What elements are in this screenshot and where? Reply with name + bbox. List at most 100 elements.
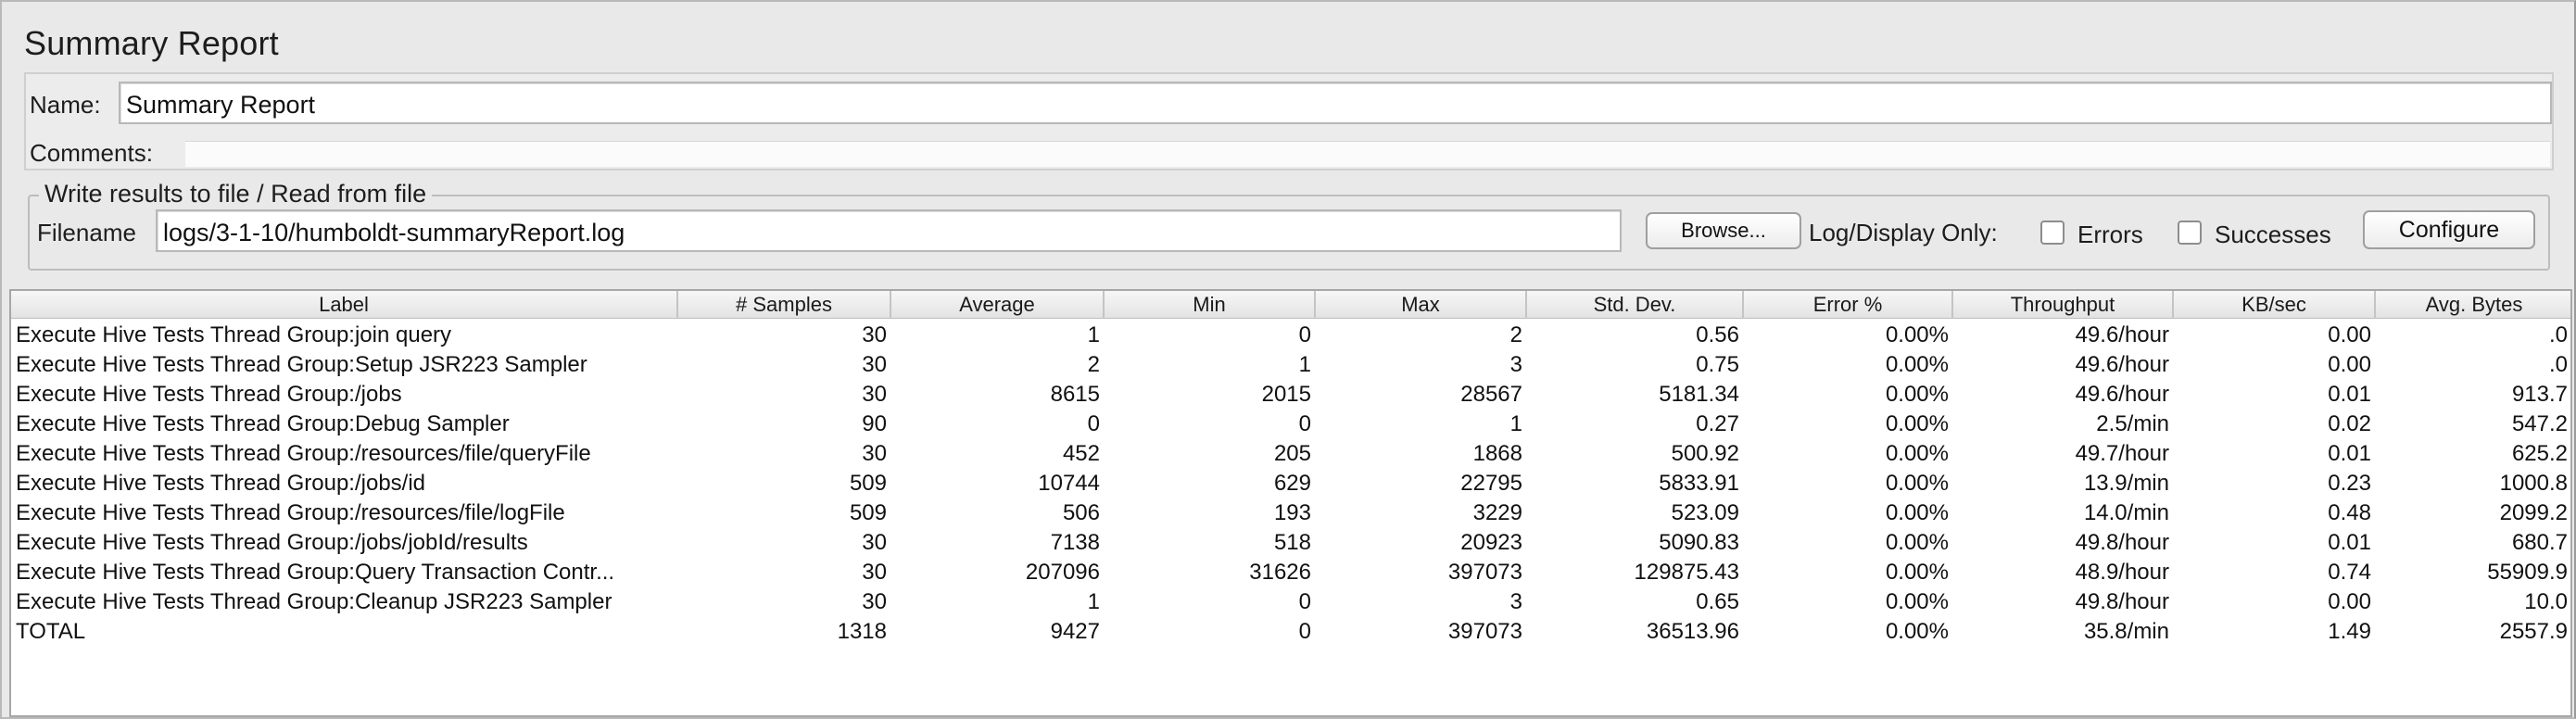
cell-max: 397073	[1447, 619, 1522, 644]
cell-throughput: 2.5/min	[2096, 411, 2169, 436]
table-row[interactable]: Execute Hive Tests Thread Group:/jobs/id…	[11, 469, 2570, 498]
table-row-total[interactable]: TOTAL 1318 9427 0 397073 36513.96 0.00% 35.8/mi…	[11, 617, 2570, 647]
cell-min: 0	[1298, 322, 1311, 347]
cell-throughput: 49.6/hour	[2075, 322, 2169, 347]
table-row[interactable]: Execute Hive Tests Thread Group:/resourc…	[11, 498, 2570, 528]
cell-min: 31626	[1249, 560, 1311, 585]
table-header: Label # Samples Average Min Max Std. Dev. Erro…	[11, 291, 2570, 319]
successes-checkbox[interactable]	[2178, 221, 2202, 245]
cell-samples: 30	[862, 352, 887, 377]
cell-avg-bytes: .0	[2548, 352, 2568, 377]
cell-kb-sec: 0.23	[2328, 471, 2371, 496]
cell-label: Execute Hive Tests Thread Group:/jobs/jo…	[16, 530, 528, 555]
cell-label: Execute Hive Tests Thread Group:/resourc…	[16, 441, 591, 466]
cell-error-pct: 0.00%	[1885, 530, 1949, 555]
cell-average: 1	[1087, 589, 1100, 614]
cell-kb-sec: 0.00	[2328, 589, 2371, 614]
column-header-samples[interactable]: # Samples	[678, 291, 891, 319]
cell-max: 2	[1509, 322, 1522, 347]
cell-max: 1	[1509, 411, 1522, 436]
cell-average: 506	[1062, 500, 1100, 525]
cell-std-dev: 0.56	[1696, 322, 1739, 347]
table-row[interactable]: Execute Hive Tests Thread Group:/jobs 30 8…	[11, 380, 2570, 410]
cell-average: 2	[1087, 352, 1100, 377]
cell-label: Execute Hive Tests Thread Group:/resourc…	[16, 500, 565, 525]
comments-input[interactable]	[185, 141, 2550, 167]
cell-avg-bytes: 10.0	[2524, 589, 2568, 614]
cell-std-dev: 129875.43	[1634, 560, 1739, 585]
cell-std-dev: 5090.83	[1659, 530, 1739, 555]
table-row[interactable]: Execute Hive Tests Thread Group:join que…	[11, 321, 2570, 350]
cell-throughput: 35.8/min	[2083, 619, 2169, 644]
cell-average: 9427	[1050, 619, 1100, 644]
column-header-min[interactable]: Min	[1105, 291, 1316, 319]
cell-min: 193	[1273, 500, 1311, 525]
cell-label: Execute Hive Tests Thread Group:Setup JS…	[16, 352, 587, 377]
cell-std-dev: 0.27	[1696, 411, 1739, 436]
cell-average: 8615	[1050, 382, 1100, 407]
cell-std-dev: 0.75	[1696, 352, 1739, 377]
cell-min: 0	[1298, 619, 1311, 644]
browse-button[interactable]: Browse...	[1646, 212, 1801, 249]
cell-kb-sec: 0.00	[2328, 352, 2371, 377]
cell-samples: 1318	[837, 619, 887, 644]
cell-max: 28567	[1460, 382, 1522, 407]
cell-avg-bytes: 2099.2	[2499, 500, 2568, 525]
cell-label: Execute Hive Tests Thread Group:Debug Sa…	[16, 411, 510, 436]
column-header-avg-bytes[interactable]: Avg. Bytes	[2376, 291, 2572, 319]
cell-std-dev: 5181.34	[1659, 382, 1739, 407]
cell-samples: 30	[862, 441, 887, 466]
cell-max: 3229	[1472, 500, 1522, 525]
cell-std-dev: 36513.96	[1646, 619, 1739, 644]
cell-average: 0	[1087, 411, 1100, 436]
cell-samples: 90	[862, 411, 887, 436]
table-row[interactable]: Execute Hive Tests Thread Group:Setup JS…	[11, 350, 2570, 380]
cell-kb-sec: 0.74	[2328, 560, 2371, 585]
cell-error-pct: 0.00%	[1885, 471, 1949, 496]
cell-error-pct: 0.00%	[1885, 441, 1949, 466]
cell-label: Execute Hive Tests Thread Group:Query Tr…	[16, 560, 615, 585]
errors-checkbox[interactable]	[2040, 221, 2065, 245]
column-header-label[interactable]: Label	[11, 291, 678, 319]
table-row[interactable]: Execute Hive Tests Thread Group:Query Tr…	[11, 558, 2570, 587]
cell-avg-bytes: 55909.9	[2487, 560, 2568, 585]
cell-avg-bytes: 1000.8	[2499, 471, 2568, 496]
column-header-average[interactable]: Average	[891, 291, 1105, 319]
table-row[interactable]: Execute Hive Tests Thread Group:Cleanup …	[11, 587, 2570, 617]
name-label: Name:	[30, 91, 101, 119]
cell-samples: 509	[849, 500, 887, 525]
cell-std-dev: 0.65	[1696, 589, 1739, 614]
cell-max: 397073	[1447, 560, 1522, 585]
cell-label: Execute Hive Tests Thread Group:/jobs/id	[16, 471, 426, 496]
name-input[interactable]: Summary Report	[119, 82, 2552, 124]
table-row[interactable]: Execute Hive Tests Thread Group:/resourc…	[11, 439, 2570, 469]
cell-kb-sec: 0.48	[2328, 500, 2371, 525]
column-header-kb-sec[interactable]: KB/sec	[2174, 291, 2376, 319]
column-header-max[interactable]: Max	[1316, 291, 1527, 319]
column-header-throughput[interactable]: Throughput	[1953, 291, 2174, 319]
comments-label: Comments:	[30, 139, 153, 167]
column-header-std-dev[interactable]: Std. Dev.	[1527, 291, 1744, 319]
cell-std-dev: 523.09	[1671, 500, 1739, 525]
cell-min: 205	[1273, 441, 1311, 466]
column-header-error-pct[interactable]: Error %	[1744, 291, 1953, 319]
name-comments-panel: Name: Summary Report Comments:	[24, 72, 2554, 170]
cell-throughput: 49.8/hour	[2075, 589, 2169, 614]
cell-min: 518	[1273, 530, 1311, 555]
cell-error-pct: 0.00%	[1885, 560, 1949, 585]
cell-avg-bytes: 625.2	[2511, 441, 2568, 466]
filename-input[interactable]: logs/3-1-10/humboldt-summaryReport.log	[156, 209, 1622, 252]
table-row[interactable]: Execute Hive Tests Thread Group:Debug Sa…	[11, 410, 2570, 439]
cell-max: 1868	[1472, 441, 1522, 466]
table-row[interactable]: Execute Hive Tests Thread Group:/jobs/jo…	[11, 528, 2570, 558]
cell-throughput: 13.9/min	[2083, 471, 2169, 496]
cell-error-pct: 0.00%	[1885, 352, 1949, 377]
cell-average: 207096	[1025, 560, 1100, 585]
cell-avg-bytes: 2557.9	[2499, 619, 2568, 644]
cell-error-pct: 0.00%	[1885, 322, 1949, 347]
cell-min: 1	[1298, 352, 1311, 377]
cell-min: 629	[1273, 471, 1311, 496]
cell-throughput: 49.6/hour	[2075, 352, 2169, 377]
configure-button[interactable]: Configure	[2363, 210, 2535, 249]
cell-samples: 509	[849, 471, 887, 496]
